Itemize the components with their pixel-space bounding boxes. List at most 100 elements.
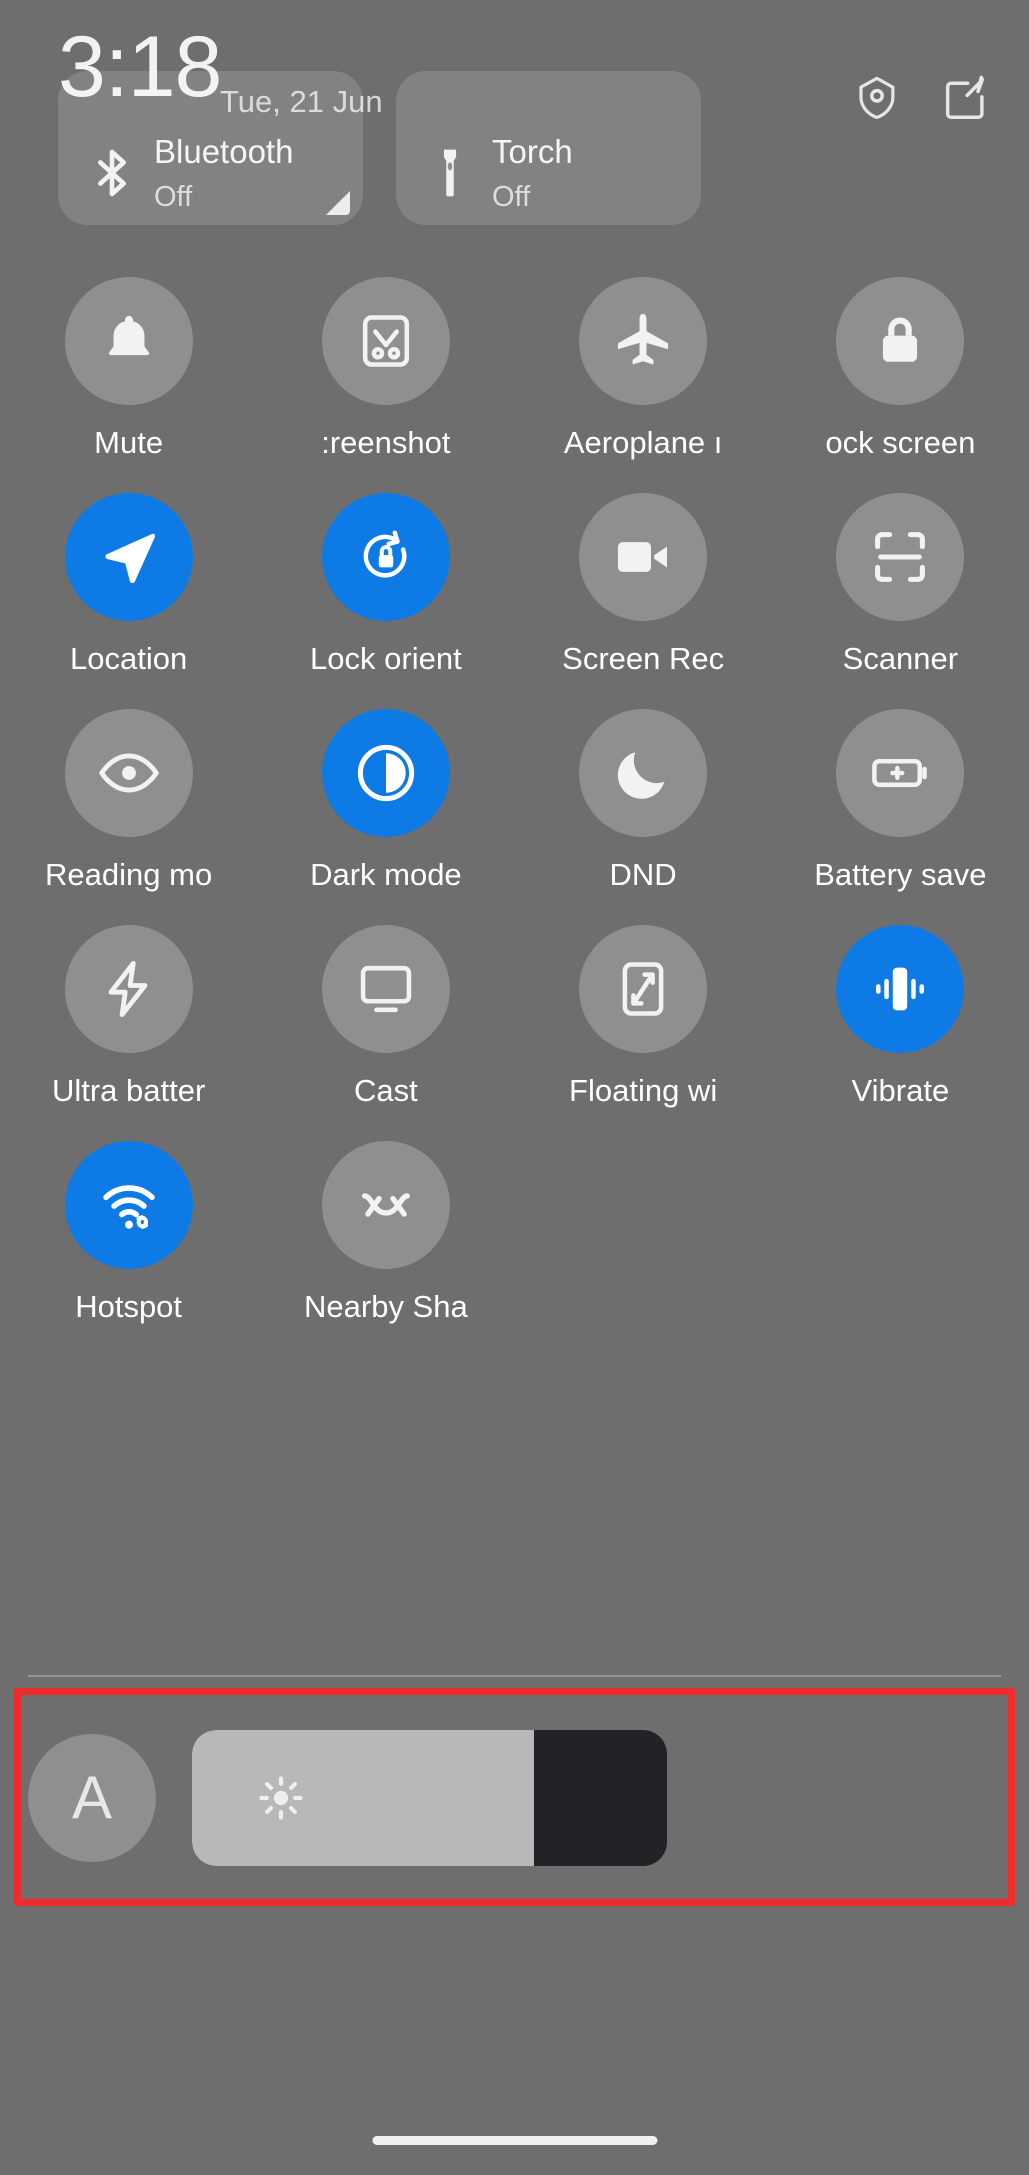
qs-tile-reading-mode[interactable]: Reading mo [0, 690, 257, 906]
qs-tile-lock-orientation[interactable]: Lock orient [257, 474, 514, 690]
battery-plus-icon [868, 741, 932, 805]
qs-tile-scanner[interactable]: Scanner [772, 474, 1029, 690]
qs-label: Ultra batter [51, 1073, 206, 1108]
top-tiles-row: Bluetooth Off Torch Off [0, 71, 1029, 225]
qs-label: DND [609, 857, 677, 892]
quick-settings-row: Location Lock orient Screen Rec Scanner [0, 474, 1029, 690]
qs-tile-lock-screen[interactable]: ock screen [772, 258, 1029, 474]
qs-tile-location[interactable]: Location [0, 474, 257, 690]
floating-window-icon [611, 957, 675, 1021]
qs-label: :reenshot [321, 425, 451, 460]
tile-title: Bluetooth [154, 133, 294, 170]
bell-icon [97, 309, 161, 373]
eye-icon [97, 741, 161, 805]
qs-toggle[interactable] [64, 709, 193, 837]
qs-tile-battery-saver[interactable]: Battery save [772, 690, 1029, 906]
qs-toggle[interactable] [64, 925, 193, 1053]
navigation-icon [97, 525, 161, 589]
qs-label: Lock orient [310, 641, 462, 676]
qs-toggle[interactable] [321, 1141, 450, 1269]
auto-brightness-button[interactable]: A [28, 1734, 156, 1862]
qs-toggle[interactable] [836, 709, 965, 837]
video-camera-icon [611, 525, 675, 589]
qs-label: Vibrate [851, 1073, 950, 1108]
quick-settings-row: Hotspot Nearby Sha [0, 1122, 1029, 1338]
auto-brightness-label: A [71, 1764, 113, 1831]
qs-label: Dark mode [310, 857, 462, 892]
qs-toggle[interactable] [836, 277, 965, 405]
qs-tile-dnd[interactable]: DND [515, 690, 772, 906]
tile-resize-handle[interactable] [326, 191, 350, 215]
qs-toggle[interactable] [321, 493, 450, 621]
panel-divider [28, 1675, 1001, 1677]
brightness-controls: A [28, 1705, 1003, 1891]
qs-label: Location [70, 641, 188, 676]
qs-toggle[interactable] [321, 277, 450, 405]
qs-toggle[interactable] [321, 925, 450, 1053]
qs-toggle[interactable] [321, 709, 450, 837]
tile-title: Torch [492, 133, 573, 170]
shield-settings-icon[interactable] [851, 72, 903, 124]
qs-tile-mute[interactable]: Mute [0, 258, 257, 474]
qs-toggle[interactable] [64, 1141, 193, 1269]
contrast-icon [354, 741, 418, 805]
qs-toggle[interactable] [64, 277, 193, 405]
qs-tile-screenshot[interactable]: :reenshot [257, 258, 514, 474]
qs-tile-aeroplane-mode[interactable]: Aeroplane ı [515, 258, 772, 474]
qs-label: Scanner [842, 641, 959, 676]
qs-tile-hotspot[interactable]: Hotspot [0, 1122, 257, 1338]
qs-label: Battery save [814, 857, 987, 892]
qs-tile-dark-mode[interactable]: Dark mode [257, 690, 514, 906]
qs-label: ock screen [825, 425, 976, 460]
tile-torch[interactable]: Torch Off [396, 71, 701, 225]
tile-subtitle: Off [492, 181, 531, 213]
screenshot-icon [354, 309, 418, 373]
qs-tile-vibrate[interactable]: Vibrate [772, 906, 1029, 1122]
monitor-icon [354, 957, 418, 1021]
qs-toggle[interactable] [579, 709, 708, 837]
qs-label: Hotspot [75, 1289, 183, 1324]
bluetooth-icon [84, 145, 140, 201]
edit-icon[interactable] [939, 72, 991, 124]
qs-toggle[interactable] [579, 277, 708, 405]
qs-label: Mute [94, 425, 164, 460]
qs-label: Reading mo [45, 857, 213, 892]
scanner-icon [868, 525, 932, 589]
qs-tile-empty [772, 1122, 1029, 1338]
qs-tile-screen-recorder[interactable]: Screen Rec [515, 474, 772, 690]
tile-bluetooth[interactable]: Bluetooth Off [58, 71, 363, 225]
qs-toggle[interactable] [64, 493, 193, 621]
sun-icon [256, 1773, 306, 1823]
vibrate-icon [868, 957, 932, 1021]
qs-label: Cast [354, 1073, 418, 1108]
qs-toggle[interactable] [836, 925, 965, 1053]
qs-label: Floating wi [569, 1073, 718, 1108]
qs-label: Screen Rec [562, 641, 725, 676]
torch-icon [422, 145, 478, 201]
lightning-icon [97, 957, 161, 1021]
qs-tile-cast[interactable]: Cast [257, 906, 514, 1122]
qs-toggle[interactable] [836, 493, 965, 621]
qs-toggle[interactable] [579, 925, 708, 1053]
qs-tile-floating-window[interactable]: Floating wi [515, 906, 772, 1122]
qs-label: Aeroplane ı [563, 425, 723, 460]
header-actions [851, 72, 991, 124]
hotspot-icon [97, 1173, 161, 1237]
moon-icon [611, 741, 675, 805]
qs-toggle[interactable] [579, 493, 708, 621]
brightness-slider[interactable] [192, 1730, 667, 1866]
quick-settings-row: Mute :reenshot Aeroplane ı ock screen [0, 258, 1029, 474]
qs-tile-ultra-battery-saver[interactable]: Ultra batter [0, 906, 257, 1122]
quick-settings-grid: Mute :reenshot Aeroplane ı ock screen Lo… [0, 258, 1029, 1338]
rotation-lock-icon [354, 525, 418, 589]
aeroplane-icon [611, 309, 675, 373]
brightness-slider-fill [192, 1730, 534, 1866]
qs-label: Nearby Sha [304, 1289, 468, 1324]
lock-icon [868, 309, 932, 373]
home-indicator[interactable] [372, 2136, 657, 2145]
tile-subtitle: Off [154, 181, 193, 213]
nearby-share-icon [354, 1173, 418, 1237]
quick-settings-row: Reading mo Dark mode DND Battery save [0, 690, 1029, 906]
qs-tile-nearby-share[interactable]: Nearby Sha [257, 1122, 514, 1338]
qs-tile-empty [515, 1122, 772, 1338]
